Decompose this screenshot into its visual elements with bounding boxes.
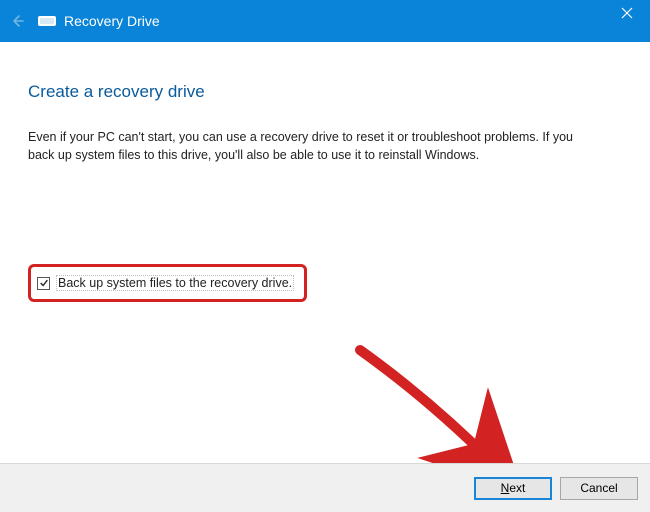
cancel-button[interactable]: Cancel	[560, 477, 638, 500]
wizard-button-bar: Next Cancel	[0, 463, 650, 512]
close-button[interactable]	[604, 0, 650, 26]
back-button[interactable]	[0, 0, 36, 42]
recovery-drive-icon	[38, 14, 56, 28]
close-icon	[621, 7, 633, 19]
checkmark-icon	[39, 278, 49, 288]
annotation-highlight-box: Back up system files to the recovery dri…	[28, 264, 307, 302]
backup-checkbox-label: Back up system files to the recovery dri…	[56, 275, 294, 291]
wizard-content: Create a recovery drive Even if your PC …	[0, 42, 650, 302]
backup-checkbox-row[interactable]: Back up system files to the recovery dri…	[37, 275, 294, 291]
back-arrow-icon	[10, 13, 26, 29]
backup-checkbox[interactable]	[37, 277, 50, 290]
page-description: Even if your PC can't start, you can use…	[28, 128, 588, 164]
page-heading: Create a recovery drive	[28, 82, 622, 102]
next-button[interactable]: Next	[474, 477, 552, 500]
title-bar: Recovery Drive	[0, 0, 650, 42]
window-title: Recovery Drive	[64, 13, 160, 29]
next-label-rest: ext	[509, 481, 525, 495]
